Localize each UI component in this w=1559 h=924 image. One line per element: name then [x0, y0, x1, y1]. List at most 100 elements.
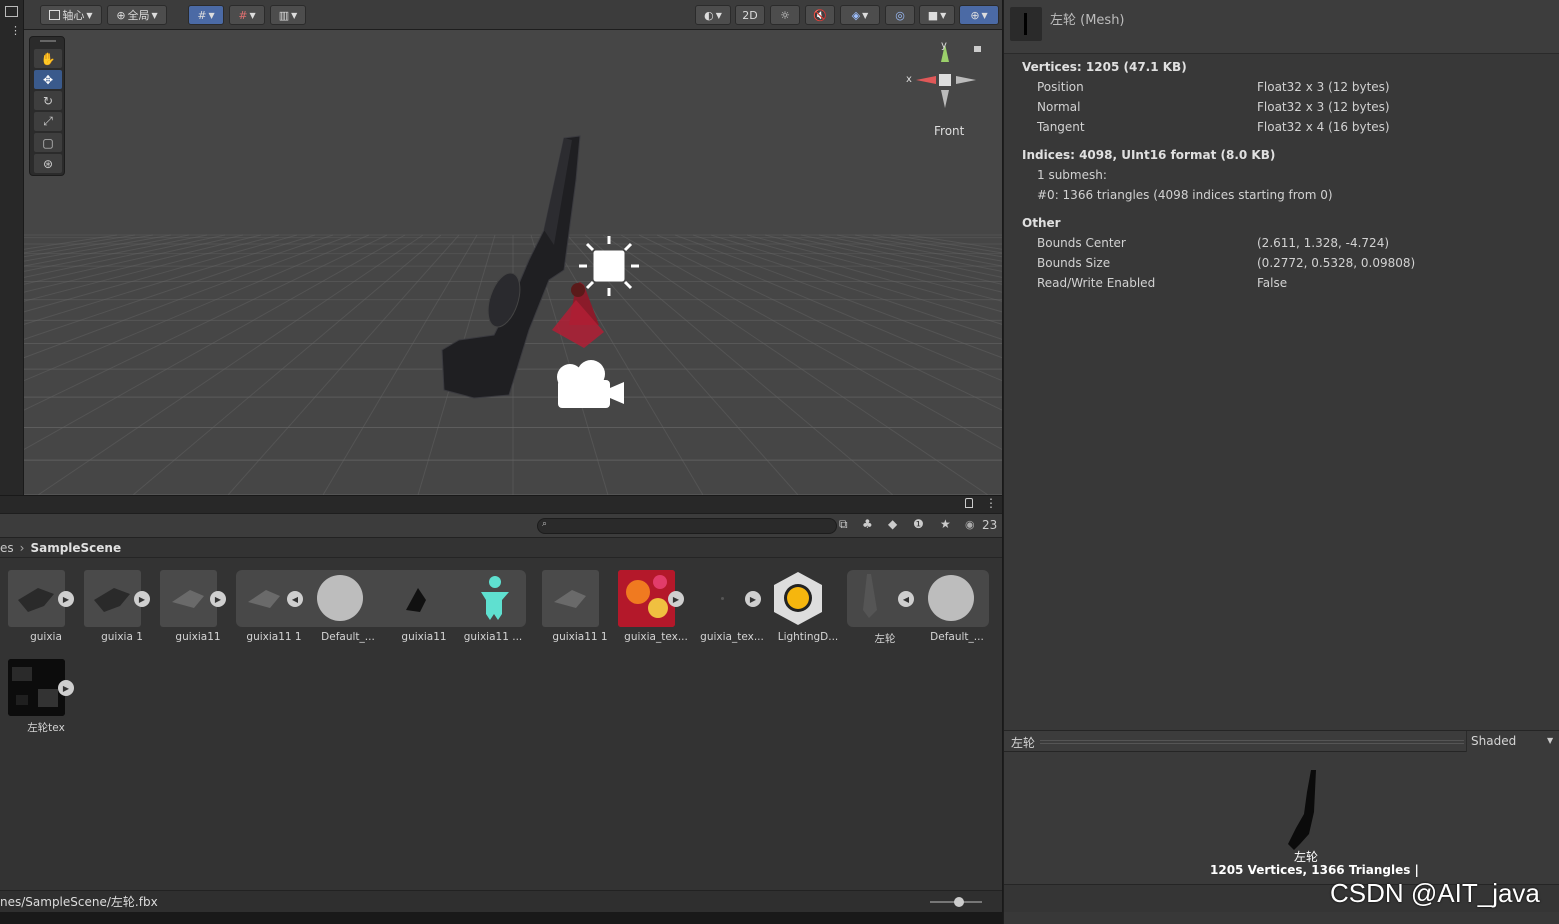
scene-viewport[interactable]: y x Front — [24, 30, 1002, 495]
asset-item[interactable]: ▶ guixia 1 — [84, 570, 158, 652]
expand-arrow-icon[interactable]: ▶ — [134, 591, 150, 607]
favorite-star-icon[interactable]: ★ — [940, 517, 951, 531]
search-scope-icon[interactable]: ⧉ — [839, 517, 848, 532]
asset-item-expanded[interactable]: ◀ 左轮 Default_... — [847, 570, 989, 652]
audio-muted-icon: 🔇 — [813, 8, 827, 22]
inspector-title: 左轮 (Mesh) — [1050, 13, 1125, 28]
chevron-down-icon: ▼ — [862, 10, 869, 20]
breadcrumb-current[interactable]: SampleScene — [30, 541, 121, 555]
draw-mode-button[interactable]: ◐ ▼ — [695, 5, 731, 25]
model-thumbnail — [542, 570, 599, 627]
vertices-header: Vertices: 1205 (47.1 KB) — [1022, 60, 1187, 74]
inspector-panel: 左轮 (Mesh) Vertices: 1205 (47.1 KB) Posit… — [1003, 0, 1559, 924]
asset-item[interactable]: ▶ guixia_tex... — [618, 570, 692, 652]
submesh-detail: #0: 1366 triangles (4098 indices startin… — [1037, 188, 1333, 202]
asset-scrollbar[interactable] — [998, 562, 1001, 762]
lock-icon[interactable] — [965, 498, 973, 508]
grid-visibility-button[interactable]: ▥ ▼ — [270, 5, 306, 25]
shading-sphere-icon: ◐ — [704, 8, 714, 22]
asset-item-expanded[interactable]: ◀ guixia11 1 Default_... guixia11 guixia… — [236, 570, 526, 652]
expand-arrow-icon[interactable]: ▶ — [745, 591, 761, 607]
palette-handle[interactable] — [40, 40, 56, 42]
audio-toggle[interactable]: 🔇 — [805, 5, 835, 25]
asset-item[interactable]: LightingD... — [770, 570, 844, 652]
breadcrumb-prefix[interactable]: es — [0, 541, 14, 555]
preview-mode-dropdown[interactable]: Shaded ▼ — [1466, 731, 1559, 752]
asset-label: guixia11 ... — [463, 631, 523, 643]
visible-count: 23 — [982, 518, 998, 532]
pivot-label: 轴心 — [62, 9, 85, 22]
snap-grid-icon: # — [238, 8, 248, 22]
asset-label: guixia 1 — [101, 631, 143, 643]
watermark: CSDN @AIT_java — [1330, 878, 1540, 908]
collapse-arrow-icon[interactable]: ◀ — [287, 591, 303, 607]
gizmo-view-label[interactable]: Front — [934, 124, 964, 138]
asset-item[interactable]: ▶ 左轮tex — [8, 659, 82, 741]
search-input[interactable] — [537, 518, 837, 534]
grid-lines-icon: ▥ — [278, 8, 290, 22]
asset-grid: ▶ guixia ▶ guixia 1 ▶ guixia11 ◀ guixia1… — [0, 558, 1002, 890]
move-tool-icon[interactable]: ✥ — [34, 70, 62, 89]
project-toolbar: ⌕ ⧉ ♣ ◆ ❶ ★ ◉ 23 — [0, 514, 1002, 538]
expand-arrow-icon[interactable]: ▶ — [58, 591, 74, 607]
chevron-down-icon: ▼ — [1547, 736, 1554, 745]
asset-label: 左轮 — [874, 633, 896, 645]
filter-type-icon[interactable]: ♣ — [862, 517, 873, 531]
asset-item[interactable]: guixia11 1 — [542, 570, 616, 652]
collapse-arrow-icon[interactable]: ◀ — [898, 591, 914, 607]
grid-snap-button[interactable]: # ▼ — [188, 5, 224, 25]
asset-label: guixia11 1 — [246, 631, 302, 643]
panel-menu-icon[interactable]: ⋮ — [985, 496, 997, 510]
rect-tool-icon[interactable]: ▢ — [34, 133, 62, 152]
hidden-objects-toggle[interactable]: ◎ — [885, 5, 915, 25]
warning-icon[interactable]: ❶ — [913, 517, 924, 531]
chevron-right-icon: › — [19, 540, 25, 555]
project-status-bar: nes/SampleScene/左轮.fbx — [0, 890, 1002, 912]
mesh-preview[interactable]: 左轮 1205 Vertices, 1366 Triangles | — [1004, 752, 1559, 884]
slider-handle[interactable] — [954, 897, 964, 907]
chevron-down-icon: ▼ — [940, 10, 947, 20]
chevron-down-icon: ▼ — [208, 10, 215, 20]
snap-increment-button[interactable]: # ▼ — [229, 5, 265, 25]
asset-label: guixia11 1 — [552, 631, 608, 643]
hand-tool-icon[interactable]: ✋ — [34, 49, 62, 68]
layers-icon: ◈ — [851, 8, 861, 22]
prop-value: False — [1257, 276, 1288, 290]
expand-arrow-icon[interactable]: ▶ — [210, 591, 226, 607]
prop-value: (2.611, 1.328, -4.724) — [1257, 236, 1390, 250]
attr-value: Float32 x 3 (12 bytes) — [1257, 80, 1390, 94]
expand-arrow-icon[interactable]: ▶ — [58, 680, 74, 696]
camera-icon: ■ — [927, 8, 939, 22]
global-toggle[interactable]: ⊕ 全局 ▼ — [107, 5, 167, 25]
submesh-count: 1 submesh: — [1037, 168, 1107, 182]
prop-value: (0.2772, 0.5328, 0.09808) — [1257, 256, 1416, 270]
gizmos-button[interactable]: ⊕ ▼ — [959, 5, 999, 25]
preview-mode-value: Shaded — [1471, 734, 1517, 748]
maximize-icon[interactable] — [5, 6, 18, 17]
chevron-down-icon: ▼ — [86, 10, 93, 20]
lighting-data-icon — [770, 570, 827, 627]
asset-label: guixia_tex... — [700, 631, 764, 643]
camera-settings-button[interactable]: ■ ▼ — [919, 5, 955, 25]
scene-toolbar: 轴心 ▼ ⊕ 全局 ▼ # ▼ # ▼ ▥ ▼ ◐ ▼ 2D ☼ 🔇 ◈ ▼ ◎ ■ ▼ — [24, 0, 1002, 30]
lighting-toggle[interactable]: ☼ — [770, 5, 800, 25]
asset-label: Default_... — [321, 631, 375, 643]
kebab-menu-icon[interactable]: ⋮ — [10, 25, 21, 36]
chevron-down-icon: ▼ — [151, 10, 158, 20]
asset-item[interactable]: ▶ guixia11 — [160, 570, 234, 652]
prop-name: Bounds Center — [1037, 236, 1126, 250]
thumbnail-size-slider[interactable] — [930, 897, 982, 907]
asset-label: Default_... — [930, 631, 984, 643]
preview-resize-handle[interactable] — [1040, 740, 1464, 744]
project-panel-header: ⋮ — [0, 496, 1002, 514]
transform-tool-icon[interactable]: ⊛ — [34, 154, 62, 173]
scale-tool-icon[interactable]: ⤢ — [34, 112, 62, 131]
expand-arrow-icon[interactable]: ▶ — [668, 591, 684, 607]
filter-label-icon[interactable]: ◆ — [888, 517, 897, 531]
asset-item[interactable]: ▶ guixia — [8, 570, 82, 652]
mode-2d-button[interactable]: 2D — [735, 5, 765, 25]
pivot-toggle[interactable]: 轴心 ▼ — [40, 5, 102, 25]
effects-toggle[interactable]: ◈ ▼ — [840, 5, 880, 25]
asset-item[interactable]: ▶ guixia_tex... — [694, 570, 768, 652]
rotate-tool-icon[interactable]: ↻ — [34, 91, 62, 110]
